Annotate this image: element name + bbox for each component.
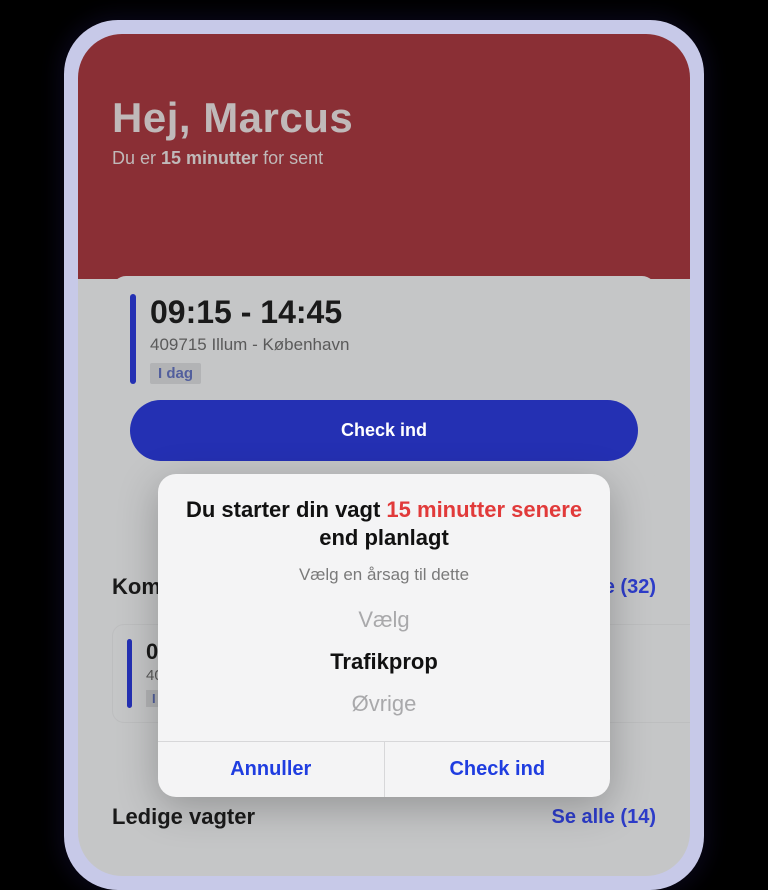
confirm-checkin-button[interactable]: Check ind xyxy=(384,742,611,797)
late-status: Du er 15 minutter for sent xyxy=(112,148,656,169)
app-header: Hej, Marcus Du er 15 minutter for sent xyxy=(78,34,690,279)
modal-body: Du starter din vagt 15 minutter senere e… xyxy=(158,474,610,741)
modal-subtitle: Vælg en årsag til dette xyxy=(184,565,584,585)
shift-time: 09:15 - 14:45 xyxy=(150,294,638,331)
shift-info: 09:15 - 14:45 409715 Illum - København I… xyxy=(150,294,638,384)
available-title: Ledige vagter xyxy=(112,804,255,830)
available-section-header: Ledige vagter Se alle (14) xyxy=(112,804,656,830)
checkin-button[interactable]: Check ind xyxy=(130,400,638,461)
shift-location: 409715 Illum - København xyxy=(150,335,638,355)
modal-title: Du starter din vagt 15 minutter senere e… xyxy=(184,496,584,551)
picker-item-next[interactable]: Øvrige xyxy=(184,683,584,725)
picker-item-prev[interactable]: Vælg xyxy=(184,599,584,641)
greeting-text: Hej, Marcus xyxy=(112,94,656,142)
late-reason-modal: Du starter din vagt 15 minutter senere e… xyxy=(158,474,610,797)
late-duration: 15 minutter xyxy=(161,148,258,168)
available-see-all-link[interactable]: Se alle (14) xyxy=(551,806,656,829)
modal-title-part1: Du starter din vagt xyxy=(186,497,386,522)
picker-item-selected[interactable]: Trafikprop xyxy=(184,641,584,683)
reason-picker[interactable]: Vælg Trafikprop Øvrige xyxy=(184,599,584,725)
late-prefix: Du er xyxy=(112,148,161,168)
device-frame: Hej, Marcus Du er 15 minutter for sent 0… xyxy=(64,20,704,890)
today-badge: I dag xyxy=(150,363,201,384)
app-screen: Hej, Marcus Du er 15 minutter for sent 0… xyxy=(78,34,690,876)
accent-bar xyxy=(130,294,136,384)
modal-title-highlight: 15 minutter senere xyxy=(386,497,582,522)
modal-title-part2: end planlagt xyxy=(319,525,449,550)
current-shift-card[interactable]: 09:15 - 14:45 409715 Illum - København I… xyxy=(112,276,656,483)
accent-bar xyxy=(127,639,132,708)
shift-row: 09:15 - 14:45 409715 Illum - København I… xyxy=(130,294,638,384)
cancel-button[interactable]: Annuller xyxy=(158,742,384,797)
late-suffix: for sent xyxy=(258,148,323,168)
modal-actions: Annuller Check ind xyxy=(158,741,610,797)
